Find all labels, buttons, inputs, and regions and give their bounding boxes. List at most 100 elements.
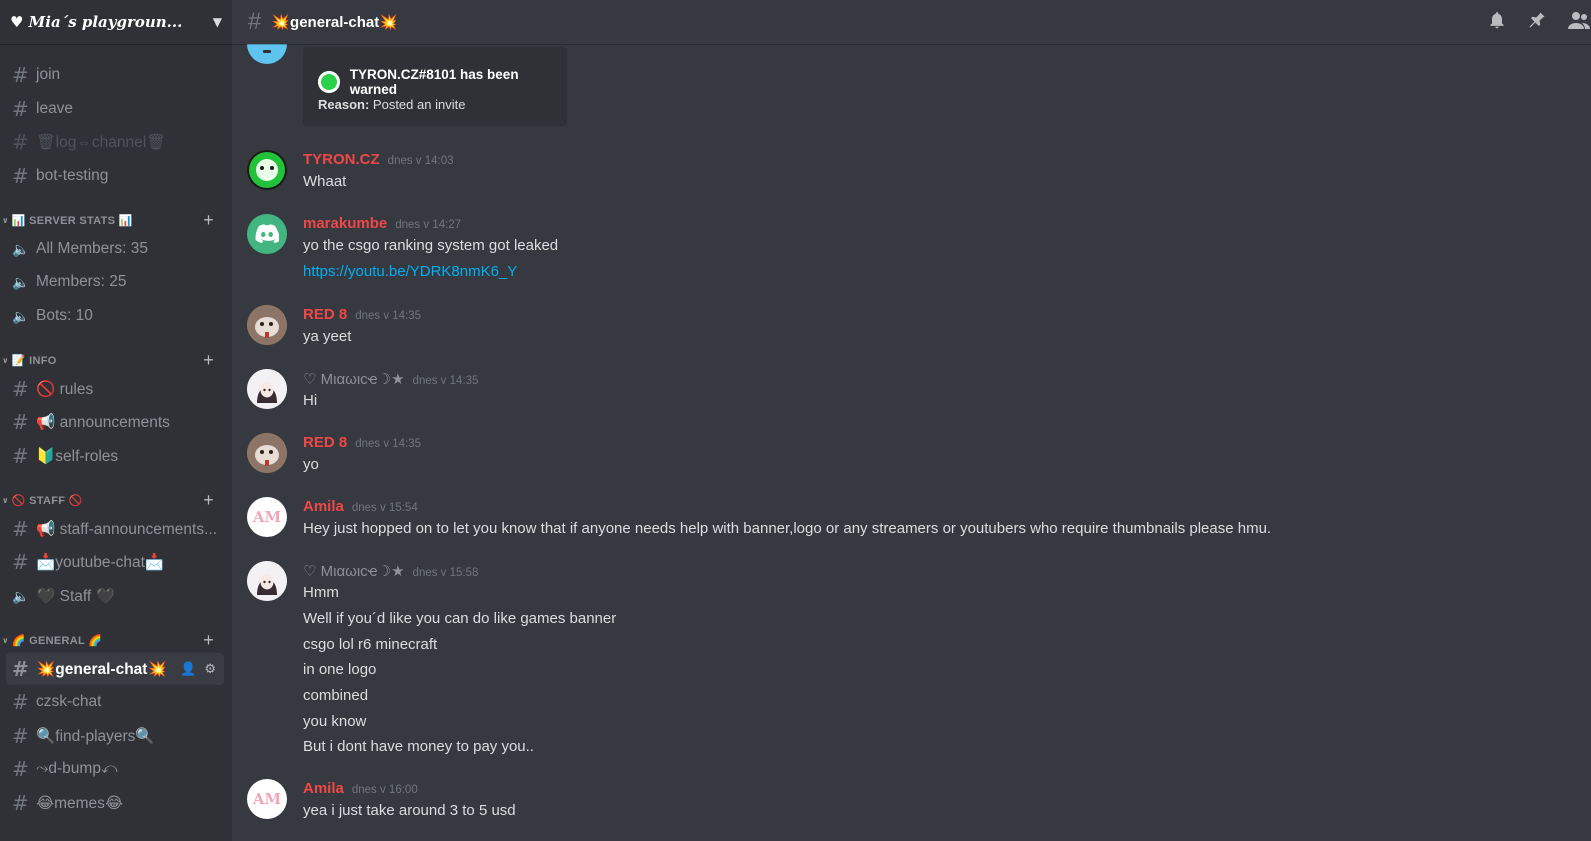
hash-icon: #: [248, 8, 262, 35]
chevron-down-icon[interactable]: ▼: [213, 15, 222, 29]
hash-icon: #: [12, 410, 29, 434]
category-info[interactable]: ∨ 📝 INFO +: [0, 350, 232, 371]
category-server-stats[interactable]: ∨ 📊 SERVER STATS 📊 +: [0, 210, 232, 231]
voice-channel-staff[interactable]: 🔈 🖤 Staff 🖤: [6, 580, 224, 612]
avatar[interactable]: AM: [247, 497, 287, 537]
timestamp: dnes v 15:54: [351, 502, 418, 514]
channel-join[interactable]: # join: [6, 59, 224, 91]
voice-locked-icon: 🔈: [12, 307, 30, 324]
create-channel-icon[interactable]: +: [203, 210, 214, 231]
channel-bot-testing[interactable]: # bot-testing: [6, 160, 224, 192]
message-text: Hey just hopped on to let you know that …: [303, 520, 1272, 537]
timestamp: dnes v 14:35: [355, 310, 422, 322]
avatar[interactable]: [247, 44, 287, 64]
avatar[interactable]: [247, 433, 287, 473]
create-channel-icon[interactable]: +: [203, 350, 214, 371]
hash-icon: #: [12, 690, 29, 714]
green-avatar-icon: [318, 71, 340, 93]
pin-icon[interactable]: [1527, 10, 1547, 35]
avatar[interactable]: [247, 150, 287, 190]
username[interactable]: RED 8 dnes v 14:35: [303, 434, 421, 451]
message-text: Whaat: [303, 173, 347, 190]
timestamp: dnes v 15:58: [412, 567, 479, 579]
channel-rules[interactable]: # 🚫 rules: [6, 373, 224, 405]
username[interactable]: marakumbe dnes v 14:27: [303, 215, 461, 232]
message-text: But i dont have money to pay you..: [303, 738, 534, 755]
category-general[interactable]: ∨ 🌈 GENERAL 🌈 +: [0, 630, 232, 651]
voice-locked-icon: 🔈: [12, 240, 30, 257]
message-list[interactable]: TYRON.CZ#8101 has been warned Reason: Po…: [232, 44, 1591, 841]
create-channel-icon[interactable]: +: [203, 490, 214, 511]
username[interactable]: Amila dnes v 15:54: [303, 498, 418, 515]
username[interactable]: TYRON.CZ dnes v 14:03: [303, 151, 454, 168]
message-text: you know: [303, 713, 367, 730]
timestamp: dnes v 16:00: [351, 784, 418, 796]
avatar[interactable]: [247, 305, 287, 345]
member-list-icon[interactable]: [1567, 10, 1591, 35]
hash-icon: #: [12, 97, 29, 121]
embed-title: TYRON.CZ#8101 has been warned: [318, 67, 567, 97]
avatar[interactable]: AM: [247, 779, 287, 819]
channel-find-players[interactable]: # 🔍find-players🔍: [6, 720, 224, 752]
message-text: Well if you´d like you can do like games…: [303, 610, 617, 627]
create-channel-icon[interactable]: +: [203, 630, 214, 651]
hash-icon: #: [12, 164, 29, 188]
voice-channel-all-members[interactable]: 🔈 All Members: 35: [6, 233, 224, 265]
channel-czsk-chat[interactable]: # czsk-chat: [6, 686, 224, 718]
message-text: yea i just take around 3 to 5 usd: [303, 802, 516, 819]
channel-d-bump[interactable]: # ⤳d-bump⤺: [6, 753, 224, 785]
hash-icon: #: [12, 377, 29, 401]
channel-sidebar: ♥ Mia´s playgroun... ▼ # join # leave # 🗑lo…: [0, 0, 232, 841]
create-invite-icon[interactable]: 👤: [180, 661, 196, 677]
message-text: ya yeet: [303, 328, 352, 345]
timestamp: dnes v 14:35: [412, 375, 479, 387]
voice-channel-members[interactable]: 🔈 Members: 25: [6, 266, 224, 298]
username[interactable]: Amila dnes v 16:00: [303, 780, 418, 797]
message-text: csgo lol r6 minecraft: [303, 636, 438, 653]
username[interactable]: ♡ Mιαωιcҽ☽★ dnes v 15:58: [303, 562, 478, 580]
hash-icon: #: [12, 444, 29, 468]
timestamp: dnes v 14:03: [387, 155, 454, 167]
message-text: combined: [303, 687, 369, 704]
timestamp: dnes v 14:35: [355, 438, 422, 450]
server-name: ♥ Mia´s playgroun...: [10, 13, 183, 31]
category-arrow-icon: ∨: [2, 215, 9, 225]
avatar[interactable]: [247, 369, 287, 409]
bell-icon[interactable]: [1487, 10, 1507, 35]
channel-youtube-chat[interactable]: # 📩youtube-chat📩: [6, 546, 224, 578]
hash-icon: #: [12, 724, 29, 748]
category-arrow-icon: ∨: [2, 495, 9, 505]
channel-header: # 💥general-chat💥: [232, 0, 1591, 44]
username[interactable]: RED 8 dnes v 14:35: [303, 306, 421, 323]
voice-locked-icon: 🔈: [12, 273, 30, 290]
message-text: Hmm: [303, 584, 339, 601]
message-text: yo the csgo ranking system got leaked: [303, 237, 559, 254]
channel-staff-announcements[interactable]: # 📢 staff-announcements...: [6, 513, 224, 545]
channel-title: 💥general-chat💥: [271, 14, 398, 31]
hash-icon: #: [12, 791, 29, 815]
message-link[interactable]: https://youtu.be/YDRK8nmK6_Y: [303, 263, 517, 280]
channel-self-roles[interactable]: # 🔰self-roles: [6, 440, 224, 472]
hash-icon: #: [12, 130, 29, 154]
channel-memes[interactable]: # 😂memes😂: [6, 787, 224, 819]
message-text: Hi: [303, 392, 318, 409]
avatar[interactable]: [247, 214, 287, 254]
warn-embed: TYRON.CZ#8101 has been warned Reason: Po…: [303, 47, 567, 126]
hash-icon: #: [12, 550, 29, 574]
gear-icon[interactable]: ⚙: [204, 661, 216, 677]
server-header[interactable]: ♥ Mia´s playgroun... ▼: [0, 0, 232, 44]
message-text: yo: [303, 456, 319, 473]
timestamp: dnes v 14:27: [395, 219, 462, 231]
username[interactable]: ♡ Mιαωιcҽ☽★ dnes v 14:35: [303, 370, 478, 388]
embed-reason: Reason: Posted an invite: [318, 97, 466, 112]
channel-general-chat[interactable]: # 💥general-chat💥 👤 ⚙: [6, 653, 224, 685]
category-arrow-icon: ∨: [2, 355, 9, 365]
hash-icon: #: [12, 757, 29, 781]
channel-log[interactable]: # 🗑log⇔channel🗑: [6, 126, 224, 158]
category-staff[interactable]: ∨ 🚫 STAFF 🚫 +: [0, 490, 232, 511]
channel-leave[interactable]: # leave: [6, 93, 224, 125]
channel-announcements[interactable]: # 📢 announcements: [6, 406, 224, 438]
voice-locked-icon: 🔈: [12, 587, 30, 604]
voice-channel-bots[interactable]: 🔈 Bots: 10: [6, 300, 224, 332]
avatar[interactable]: [247, 561, 287, 601]
